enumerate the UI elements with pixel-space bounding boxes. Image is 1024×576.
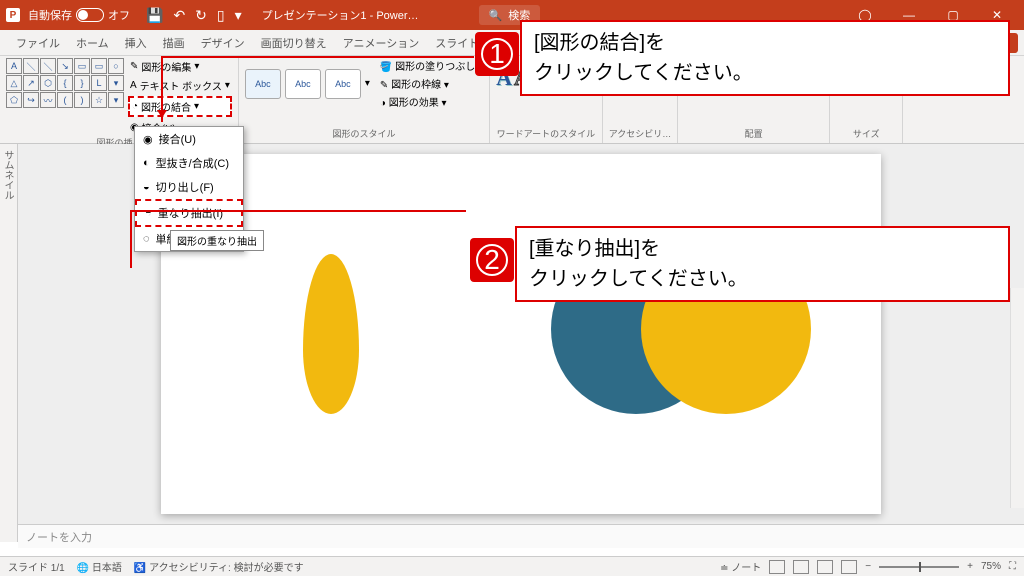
shape-edit-list: ✎ 図形の編集 ▾ A テキスト ボックス ▾ ◔ 図形の結合 ▾ ◉ 接合(U… [128, 58, 232, 136]
style-preset[interactable]: Abc [285, 69, 321, 99]
accessibility-indicator[interactable]: ♿ アクセシビリティ: 検討が必要です [134, 559, 304, 574]
shape-fill-button[interactable]: 🪣 図形の塗りつぶし ▾ [380, 58, 483, 73]
tab-animations[interactable]: アニメーション [335, 31, 428, 55]
slideshow-view-icon[interactable] [841, 560, 857, 574]
autosave-state: オフ [108, 7, 130, 23]
style-preset[interactable]: Abc [325, 69, 361, 99]
callout-number-1: 1 [475, 32, 519, 76]
callout-2: [重なり抽出]を クリックしてください。 [515, 226, 1010, 302]
thumbnail-pane[interactable]: サムネイル [0, 144, 18, 542]
save-icon[interactable]: 💾 [146, 7, 163, 24]
slide-indicator[interactable]: スライド 1/1 [8, 559, 65, 574]
zoom-in-button[interactable]: + [967, 561, 973, 572]
tab-transitions[interactable]: 画面切り替え [253, 31, 335, 55]
start-icon[interactable]: ▯ [217, 7, 225, 24]
tooltip: 図形の重なり抽出 [170, 230, 264, 251]
reading-view-icon[interactable] [817, 560, 833, 574]
shape-outline-button[interactable]: ✎ 図形の枠線 ▾ [380, 76, 483, 91]
shapes-gallery[interactable]: A＼＼↘▭▭○ △↗⬡{}L▾ ⬠↪〰()☆▾ [6, 58, 124, 136]
notes-pane[interactable]: ノートを入力 [18, 524, 1024, 548]
group-label: アクセシビリ… [609, 127, 672, 141]
notes-button[interactable]: ≐ ノート [720, 559, 761, 574]
zoom-slider[interactable] [879, 566, 959, 568]
group-shape-styles: Abc Abc Abc ▾ 🪣 図形の塗りつぶし ▾ ✎ 図形の枠線 ▾ ◑ 図… [239, 56, 490, 143]
dropdown-icon[interactable]: ▾ [235, 7, 242, 24]
autosave-toggle[interactable]: 自動保存 オフ [28, 7, 130, 23]
zoom-level[interactable]: 75% [981, 561, 1001, 572]
slide[interactable] [161, 154, 881, 514]
merge-shapes-button[interactable]: ◔ 図形の結合 ▾ [128, 96, 232, 117]
style-more-icon[interactable]: ▾ [365, 78, 370, 89]
normal-view-icon[interactable] [769, 560, 785, 574]
menu-intersect[interactable]: ◓ 重なり抽出(I) [135, 199, 243, 227]
titlebar-left: P 自動保存 オフ 💾 ↶ ↻ ▯ ▾ プレゼンテーション1 - Power… [6, 7, 419, 24]
callout-1: [図形の結合]を クリックしてください。 [520, 20, 1010, 96]
menu-fragment[interactable]: ◒ 切り出し(F) [135, 175, 243, 199]
zoom-out-button[interactable]: − [865, 561, 871, 572]
tab-file[interactable]: ファイル [8, 31, 68, 55]
status-bar: スライド 1/1 🌐 日本語 ♿ アクセシビリティ: 検討が必要です ≐ ノート… [0, 556, 1024, 576]
tab-insert[interactable]: 挿入 [117, 31, 155, 55]
undo-icon[interactable]: ↶ [173, 7, 185, 24]
callout-number-2: 2 [470, 238, 514, 282]
tab-design[interactable]: デザイン [193, 31, 253, 55]
annotation-arrow [161, 56, 163, 122]
group-label: 配置 [684, 127, 823, 141]
menu-combine[interactable]: ◐ 型抜き/合成(C) [135, 151, 243, 175]
group-label: ワードアートのスタイル [496, 127, 596, 141]
menu-union[interactable]: ◉ 接合(U) [135, 127, 243, 151]
toggle-icon[interactable] [76, 8, 104, 22]
tab-home[interactable]: ホーム [68, 31, 117, 55]
doc-title: プレゼンテーション1 - Power… [262, 7, 419, 23]
group-label: 図形のスタイル [245, 127, 483, 141]
language-indicator[interactable]: 🌐 日本語 [77, 559, 122, 574]
app-icon: P [6, 8, 20, 22]
shape-leaf[interactable] [303, 254, 359, 414]
group-label: サイズ [836, 127, 896, 141]
sorter-view-icon[interactable] [793, 560, 809, 574]
search-icon: 🔍 [489, 9, 503, 22]
edit-shape-button[interactable]: ✎ 図形の編集 ▾ [128, 58, 232, 75]
annotation-arrow [130, 210, 466, 212]
fit-button[interactable]: ⛶ [1009, 561, 1016, 572]
tab-draw[interactable]: 描画 [155, 31, 193, 55]
shape-effects-button[interactable]: ◑ 図形の効果 ▾ [380, 94, 483, 109]
scrollbar[interactable] [1010, 288, 1024, 508]
style-preset[interactable]: Abc [245, 69, 281, 99]
textbox-button[interactable]: A テキスト ボックス ▾ [128, 77, 232, 94]
quick-access: 💾 ↶ ↻ ▯ ▾ [146, 7, 242, 24]
autosave-label: 自動保存 [28, 7, 72, 23]
redo-icon[interactable]: ↻ [195, 7, 207, 24]
